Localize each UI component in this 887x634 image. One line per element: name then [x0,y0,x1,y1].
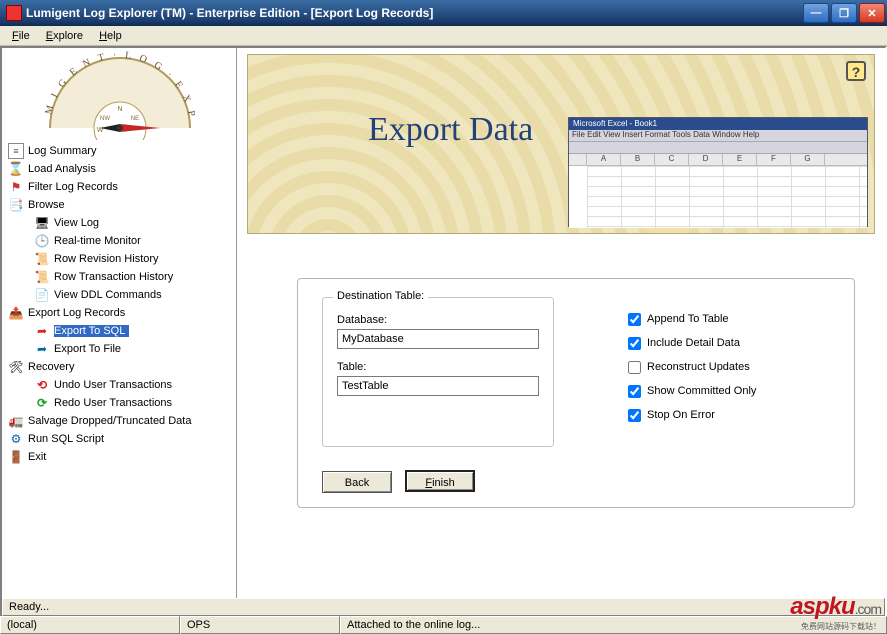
exit-icon [8,449,24,465]
wizard-group: Destination Table: Database: Table: Appe… [297,278,855,508]
nav-undo[interactable]: Undo User Transactions [8,376,232,394]
nav-filter[interactable]: Filter Log Records [8,178,232,196]
maximize-button[interactable]: ❐ [831,3,857,23]
nav-export-file[interactable]: Export To File [8,340,232,358]
svg-text:NE: NE [131,116,139,122]
content-panel: ? Export Data Microsoft Excel - Book1 Fi… [237,48,885,616]
opt-stop[interactable]: Stop On Error [624,403,824,427]
monitor-icon [34,215,50,231]
menu-bar: File Explore Help [0,26,887,46]
history-icon [34,251,50,267]
export-icon [8,305,24,321]
table-label: Table: [337,361,539,373]
excel-titlebar: Microsoft Excel - Book1 [569,118,867,130]
opt-detail[interactable]: Include Detail Data [624,331,824,355]
close-button[interactable]: ✕ [859,3,885,23]
recovery-icon [8,359,24,375]
excel-thumbnail: Microsoft Excel - Book1 File Edit View I… [568,117,868,227]
opt-committed-checkbox[interactable] [628,385,641,398]
status-bar: (local) OPS Attached to the online log..… [0,616,887,634]
excel-menubar: File Edit View Insert Format Tools Data … [569,130,867,142]
menu-help[interactable]: Help [91,28,130,44]
nav-log-summary[interactable]: Log Summary [8,142,232,160]
minimize-button[interactable]: — [803,3,829,23]
status-attached: Attached to the online log... [340,616,887,634]
nav-realtime[interactable]: Real-time Monitor [8,232,232,250]
opt-detail-checkbox[interactable] [628,337,641,350]
destination-legend: Destination Table: [333,290,428,302]
document-icon [8,143,24,159]
nav-view-log[interactable]: View Log [8,214,232,232]
status-server: (local) [0,616,180,634]
nav-run-sql[interactable]: Run SQL Script [8,430,232,448]
svg-text:N: N [117,106,122,113]
hourglass-icon [8,161,24,177]
opt-reconstruct-checkbox[interactable] [628,361,641,374]
excel-grid: ABCDEFG [569,154,867,228]
compass-logo: M I G E N T · L O G · E X P L O N NW NE … [8,50,232,140]
status-ready: Ready... [2,598,885,616]
app-icon [6,5,22,21]
back-button[interactable]: Back [322,471,392,493]
opt-append[interactable]: Append To Table [624,307,824,331]
help-button[interactable]: ? [846,61,866,81]
sql-arrow-icon [34,323,50,339]
clock-icon [34,233,50,249]
database-input[interactable] [337,329,539,349]
database-label: Database: [337,314,539,326]
nav-redo[interactable]: Redo User Transactions [8,394,232,412]
destination-group: Destination Table: Database: Table: [322,297,554,447]
history-icon [34,269,50,285]
nav-recovery[interactable]: Recovery [8,358,232,376]
opt-append-checkbox[interactable] [628,313,641,326]
opt-reconstruct[interactable]: Reconstruct Updates [624,355,824,379]
table-input[interactable] [337,376,539,396]
window-title: Lumigent Log Explorer (TM) - Enterprise … [26,6,801,20]
options-group: Append To Table Include Detail Data Reco… [624,307,824,427]
nav-exit[interactable]: Exit [8,448,232,466]
excel-toolbar [569,142,867,154]
undo-icon [34,377,50,393]
file-arrow-icon [34,341,50,357]
client-area: M I G E N T · L O G · E X P L O N NW NE … [0,46,887,618]
gear-icon [8,431,24,447]
nav-sidebar: M I G E N T · L O G · E X P L O N NW NE … [2,48,237,616]
nav-row-transaction[interactable]: Row Transaction History [8,268,232,286]
filter-icon [8,179,24,195]
menu-explore[interactable]: Explore [38,28,91,44]
opt-stop-checkbox[interactable] [628,409,641,422]
nav-load-analysis[interactable]: Load Analysis [8,160,232,178]
nav-row-revision[interactable]: Row Revision History [8,250,232,268]
nav-export-sql[interactable]: Export To SQL [8,322,232,340]
banner-title: Export Data [368,111,533,149]
nav-tree: Log Summary Load Analysis Filter Log Rec… [8,142,232,466]
ddl-icon [34,287,50,303]
title-bar: Lumigent Log Explorer (TM) - Enterprise … [0,0,887,26]
browse-icon [8,197,24,213]
svg-text:NW: NW [100,116,110,122]
nav-browse[interactable]: Browse [8,196,232,214]
salvage-icon [8,413,24,429]
nav-export[interactable]: Export Log Records [8,304,232,322]
finish-button[interactable]: Finish [405,470,475,492]
status-db: OPS [180,616,340,634]
nav-view-ddl[interactable]: View DDL Commands [8,286,232,304]
menu-file[interactable]: File [4,28,38,44]
redo-icon [34,395,50,411]
nav-salvage[interactable]: Salvage Dropped/Truncated Data [8,412,232,430]
banner: ? Export Data Microsoft Excel - Book1 Fi… [247,54,875,234]
opt-committed[interactable]: Show Committed Only [624,379,824,403]
